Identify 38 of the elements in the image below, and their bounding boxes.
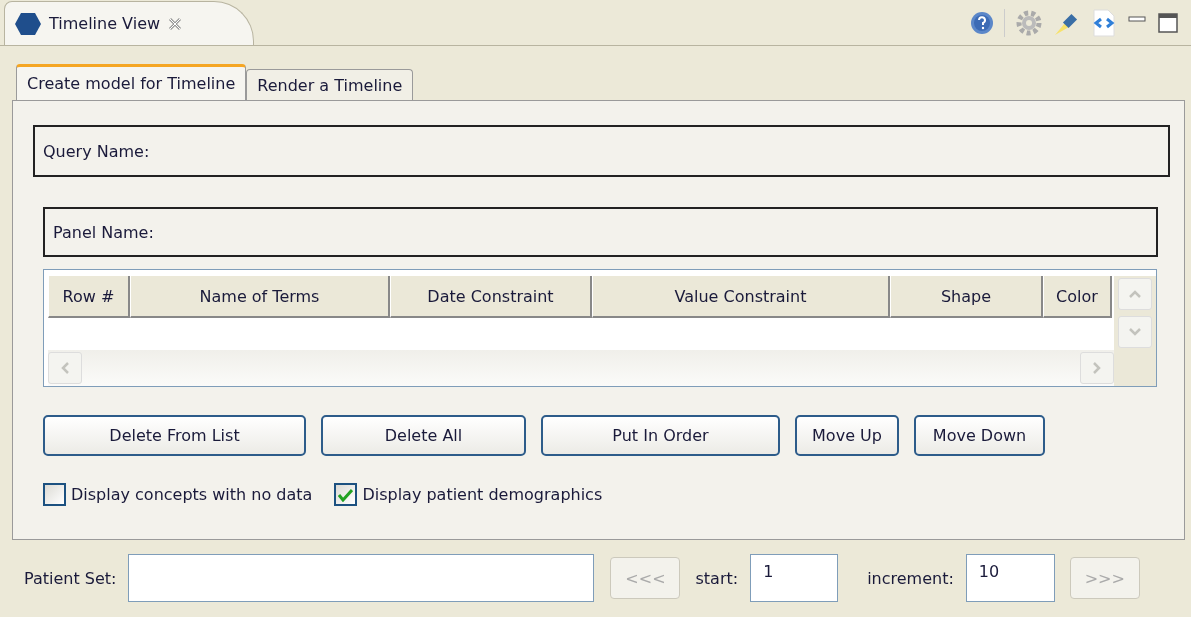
start-label: start: <box>695 568 739 588</box>
help-icon[interactable] <box>970 11 994 35</box>
action-button[interactable]: Put In Order <box>541 415 780 456</box>
view-tab[interactable]: Timeline View <box>4 1 254 45</box>
check-icon <box>338 487 354 502</box>
hexagon-icon <box>15 12 41 35</box>
view-title: Timeline View <box>49 14 161 33</box>
column-header[interactable]: Shape <box>890 276 1043 318</box>
action-button[interactable]: Move Up <box>795 415 899 456</box>
increment-field[interactable]: 10 <box>965 554 1055 602</box>
checkbox[interactable] <box>43 483 66 506</box>
column-header[interactable]: Name of Terms <box>130 276 390 318</box>
maximize-icon[interactable] <box>1157 12 1179 34</box>
query-name-label: Query Name: <box>43 141 150 161</box>
increment-label: increment: <box>867 568 954 588</box>
scroll-left-button[interactable] <box>48 352 82 384</box>
column-header[interactable]: Date Constraint <box>390 276 592 318</box>
tab[interactable]: Create model for Timeline <box>16 64 247 100</box>
checkbox-label: Display concepts with no data <box>71 485 313 504</box>
column-header[interactable]: Color <box>1043 276 1112 318</box>
column-header[interactable]: Value Constraint <box>592 276 890 318</box>
scroll-down-button[interactable] <box>1118 316 1152 348</box>
action-button[interactable]: Delete From List <box>43 415 306 456</box>
action-button[interactable]: Move Down <box>914 415 1045 456</box>
start-field[interactable]: 1 <box>750 554 839 602</box>
checkbox[interactable] <box>334 483 358 506</box>
close-icon[interactable] <box>168 16 183 31</box>
checkbox-label: Display patient demographics <box>362 485 603 504</box>
column-header[interactable]: Row # <box>48 276 130 318</box>
scroll-right-button[interactable] <box>1080 352 1114 384</box>
tab[interactable]: Render a Timeline <box>246 69 414 100</box>
file-code-icon[interactable] <box>1091 9 1117 37</box>
patient-set-label: Patient Set: <box>24 568 117 588</box>
action-button[interactable]: Delete All <box>321 415 526 456</box>
panel-name-label: Panel Name: <box>53 222 154 242</box>
gear-icon[interactable] <box>1015 9 1043 37</box>
scroll-up-button[interactable] <box>1118 278 1152 310</box>
patient-set-field[interactable] <box>128 554 595 602</box>
